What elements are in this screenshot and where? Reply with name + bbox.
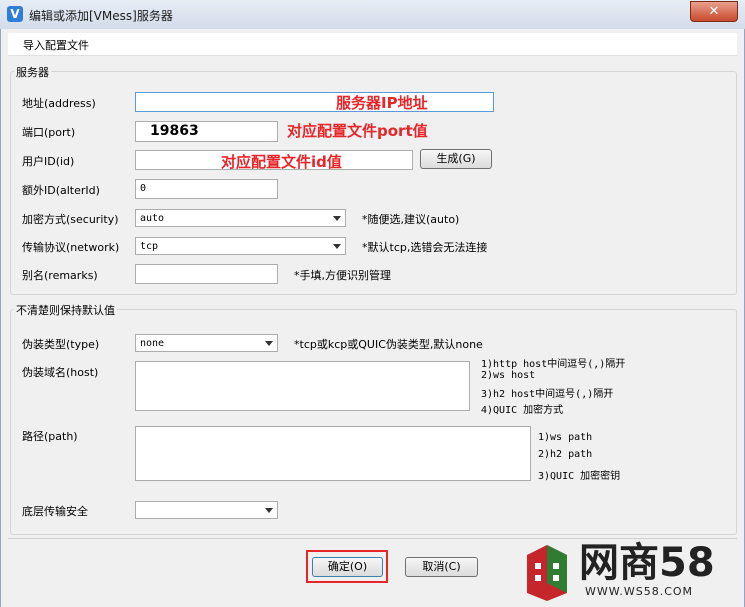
id-annotation: 对应配置文件id值 [221,153,342,171]
watermark-logo: 网商58 WWW.WS58.COM [527,540,737,601]
type-select-value: none [140,338,165,349]
chevron-down-icon [265,508,273,513]
path-label: 路径(path) [22,430,78,443]
address-label: 地址(address) [22,97,96,110]
type-select[interactable]: none [135,334,278,352]
menu-import-config[interactable]: 导入配置文件 [23,37,89,53]
host-label: 伪装域名(host) [22,366,99,379]
id-label: 用户ID(id) [22,155,75,168]
remarks-input[interactable] [135,264,278,284]
host-hint-4: 4)QUIC 加密方式 [481,405,564,416]
path-hint-1: 1)ws path [538,432,593,443]
chevron-down-icon [333,216,341,221]
watermark-brand: 网商58 [579,540,715,586]
path-hint-2: 2)h2 path [538,449,593,460]
ok-button[interactable]: 确定(O) [312,557,383,577]
security-label: 加密方式(security) [22,213,119,226]
alter-id-input[interactable]: 0 [135,179,278,199]
security-hint: *随便选,建议(auto) [362,213,460,226]
chevron-down-icon [265,341,273,346]
server-group-title: 服务器 [14,64,51,80]
type-hint: *tcp或kcp或QUIC伪装类型,默认none [294,338,483,351]
address-input[interactable] [135,92,494,112]
chevron-down-icon [333,244,341,249]
window-title: 编辑或添加[VMess]服务器 [29,9,173,23]
button-divider [8,538,737,539]
host-hint-1: 1)http host中间逗号(,)隔开 [481,359,626,370]
security-select[interactable]: auto [135,209,346,227]
network-select[interactable]: tcp [135,237,346,255]
watermark-url: WWW.WS58.COM [585,585,694,598]
network-label: 传输协议(network) [22,241,120,254]
address-annotation: 服务器IP地址 [336,94,428,112]
app-icon: V [7,6,23,22]
cancel-button[interactable]: 取消(C) [405,557,478,577]
menu-bar: 导入配置文件 [8,33,737,56]
host-hint-3: 3)h2 host中间逗号(,)隔开 [481,389,614,400]
tls-label: 底层传输安全 [22,505,88,518]
remarks-label: 别名(remarks) [22,269,98,282]
port-value: 19863 [150,123,199,139]
close-button[interactable]: ✕ [690,1,738,22]
title-bar: V 编辑或添加[VMess]服务器 ✕ [0,0,745,30]
type-label: 伪装类型(type) [22,338,100,351]
port-label: 端口(port) [22,126,76,139]
network-select-value: tcp [140,241,159,252]
path-hint-3: 3)QUIC 加密密钥 [538,471,621,482]
security-select-value: auto [140,213,165,224]
remarks-hint: *手填,方便识别管理 [294,269,391,282]
generate-id-button[interactable]: 生成(G) [420,149,492,169]
path-textarea[interactable] [135,426,531,481]
tls-select[interactable] [135,501,278,519]
network-hint: *默认tcp,选错会无法连接 [362,241,488,254]
host-textarea[interactable] [135,361,470,411]
port-annotation: 对应配置文件port值 [287,122,428,140]
default-group-title: 不清楚则保持默认值 [14,302,117,318]
alter-id-label: 额外ID(alterId) [22,184,100,197]
host-hint-2: 2)ws host [481,370,536,381]
